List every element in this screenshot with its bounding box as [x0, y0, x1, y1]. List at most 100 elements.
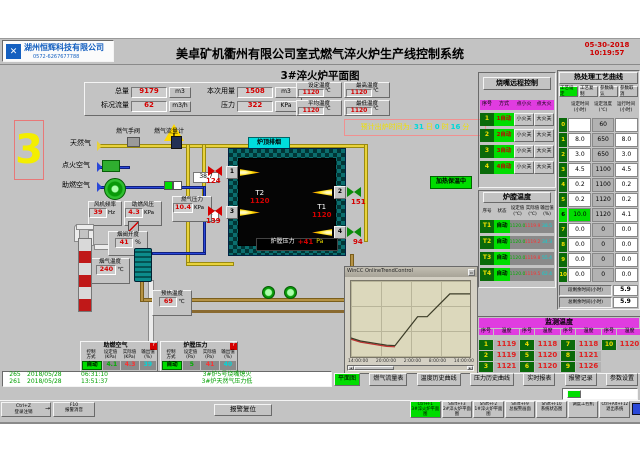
curve-button[interactable]: 参数确认 [599, 86, 618, 97]
curve-set-time[interactable] [568, 118, 591, 132]
burner-small-fire-button[interactable]: 小火关 [514, 145, 534, 158]
gas-valve-2[interactable] [347, 187, 361, 197]
curve-set-time[interactable]: 3.0 [568, 148, 591, 162]
chamber-actual: 1119.2 [525, 236, 540, 249]
burner-h-no: 序号 [480, 100, 494, 110]
chamber-state[interactable]: 自动 [494, 236, 510, 249]
chamber-temp-title: 炉膛温度 [483, 192, 551, 203]
curve-set-time[interactable]: 8.0 [568, 133, 591, 147]
burner-big-fire-button[interactable]: 大火关 [534, 113, 554, 126]
screen-hotkey-label: 总报警画面 [506, 407, 535, 412]
curve-set-time[interactable]: 4.5 [568, 163, 591, 177]
burner-small-fire-button[interactable]: 小火关 [514, 129, 534, 142]
screen-hotkey-button[interactable]: Shift+F2 1#淬火炉平面图 [473, 401, 504, 418]
screen-hotkey-button[interactable]: Ctrl+Alt+F12 退出系统 [599, 401, 630, 418]
curve-row-no: 0 [559, 118, 567, 132]
burner-small-fire-button[interactable]: 小火关 [514, 113, 534, 126]
curve-set-time[interactable]: 0.0 [568, 238, 591, 252]
circulation-pump-2[interactable] [284, 286, 297, 299]
burner-big-fire-button[interactable]: 大火关 [534, 145, 554, 158]
screen-hotkey-button[interactable]: Shift+F10 系统状态图 [536, 401, 567, 418]
curve-set-time[interactable]: 0.2 [568, 193, 591, 207]
burner-big-fire-button[interactable]: 大火关 [534, 129, 554, 142]
nav-button[interactable]: 报警记录 [565, 373, 597, 386]
curve-set-temp[interactable]: 650 [592, 148, 613, 162]
curve-set-time[interactable]: 0.0 [568, 253, 591, 267]
curve-set-temp[interactable]: 1120 [592, 208, 613, 222]
fan-toggle[interactable] [164, 181, 182, 190]
toggle-off-cell [173, 181, 182, 190]
curve-set-temp[interactable]: 1100 [592, 178, 613, 192]
curve-set-time[interactable]: 0.0 [568, 268, 591, 282]
screen-hotkey-label: 系统状态图 [537, 407, 566, 412]
burner-port-2[interactable]: 2 [334, 186, 346, 199]
curve-set-temp[interactable]: 60 [592, 118, 613, 132]
alarm-ack-button[interactable] [567, 390, 581, 398]
burner-port-1[interactable]: 1 [226, 166, 238, 179]
burner-mode[interactable]: 2自动 [494, 129, 514, 142]
nav-button[interactable]: 压力历史曲线 [470, 373, 514, 386]
burner-small-fire-button[interactable]: 小火关 [514, 161, 534, 174]
alarm-row[interactable]: 261 2018/05/28 13:51:37 3#炉天然气压力低 [3, 379, 331, 386]
help-button[interactable]: ? [150, 343, 157, 350]
curve-button[interactable]: 工艺复制 [579, 86, 598, 97]
scroll-right-arrow[interactable]: ▸ [467, 366, 473, 370]
screen-hotkey-button[interactable]: Shift+F3 2#淬火炉平面图 [442, 401, 473, 418]
curve-button[interactable]: 工艺设定 [559, 86, 578, 97]
alarm-reset-button[interactable]: 报警复位 [214, 404, 272, 416]
curve-set-temp[interactable]: 0 [592, 223, 613, 237]
trend-restore-button[interactable]: ▫ [468, 269, 475, 276]
gas-valve-3[interactable] [208, 206, 222, 216]
gas-valve-1[interactable] [208, 166, 222, 176]
trend-scrollbar[interactable]: ◂ ▸ [347, 365, 474, 371]
temp-summary-cell: 平均温度 1120 ℃ [296, 100, 342, 116]
scroll-thumb[interactable] [354, 366, 394, 370]
nav-button[interactable]: 参数设置 [606, 373, 638, 386]
exit-system-icon[interactable] [632, 403, 640, 415]
curve-set-temp[interactable]: 1100 [592, 163, 613, 177]
curve-set-temp[interactable]: 0 [592, 268, 613, 282]
trend-window: WinCC OnlineTrendControl ▫ 14:00:0020:00… [344, 266, 478, 374]
chamber-state[interactable]: 自动 [494, 220, 510, 233]
burner-big-fire-button[interactable]: 大火关 [534, 161, 554, 174]
nav-button[interactable]: 燃气流量表 [369, 373, 407, 386]
gas-valve-4[interactable] [347, 227, 361, 237]
nav-button[interactable]: 实时报表 [523, 373, 555, 386]
total-remaining-label: 总剩余时间(小时) [559, 297, 612, 308]
burner-port-3[interactable]: 3 [226, 206, 238, 219]
screen-hotkey-button[interactable]: Ctrl+F1 3#淬火炉平面图 [410, 401, 441, 418]
curve-set-temp[interactable]: 0 [592, 238, 613, 252]
trend-titlebar[interactable]: WinCC OnlineTrendControl ▫ [345, 267, 477, 277]
burner-mode[interactable]: 3自动 [494, 145, 514, 158]
monitor-no: 5 [520, 351, 534, 361]
combustion-fan-icon[interactable] [104, 178, 126, 200]
burner-mode[interactable]: 1自动 [494, 113, 514, 126]
curve-set-time[interactable]: 10.0 [568, 208, 591, 222]
screen-hotkey-button[interactable]: 调度工控机 [568, 401, 599, 418]
alarm-list[interactable]: 265 2018/05/28 06:31:10 3#炉5号烧嘴熄火 261 20… [2, 371, 332, 387]
curve-set-time[interactable]: 0.0 [568, 223, 591, 237]
hand-valve-icon[interactable] [127, 137, 140, 147]
nav-button[interactable]: 温度历史曲线 [417, 373, 461, 386]
curve-set-temp[interactable]: 650 [592, 133, 613, 147]
regulator-mode[interactable]: 自动 [162, 361, 182, 370]
monitor-temp-title: 监测温度 [479, 318, 639, 328]
chamber-state[interactable]: 自动 [494, 252, 510, 265]
curve-set-temp[interactable]: 0 [592, 253, 613, 267]
help-button[interactable]: ? [230, 343, 237, 350]
curve-run-time: 4.5 [615, 163, 638, 177]
fan-freq-value: 39 [89, 208, 107, 218]
process-curve-title: 热处理工艺曲线 [559, 72, 638, 84]
curve-button[interactable]: 参数取消 [619, 86, 638, 97]
chamber-state[interactable]: 自动 [494, 268, 510, 281]
ignition-blower-icon[interactable] [102, 160, 120, 172]
curve-set-time[interactable]: 0.2 [568, 178, 591, 192]
screen-hotkey-button[interactable]: Shift+F9 总报警画面 [505, 401, 536, 418]
burner-mode[interactable]: 4自动 [494, 161, 514, 174]
curve-set-temp[interactable]: 1120 [592, 193, 613, 207]
nav-button[interactable]: 平面图 [334, 373, 360, 386]
circulation-pump-1[interactable] [262, 286, 275, 299]
login-logout-button[interactable]: Ctrl+Z 登录注销 → [1, 402, 51, 417]
alarm-mute-button[interactable]: F10 报警消音 [53, 402, 95, 417]
regulator-mode[interactable]: 自动 [82, 361, 102, 370]
